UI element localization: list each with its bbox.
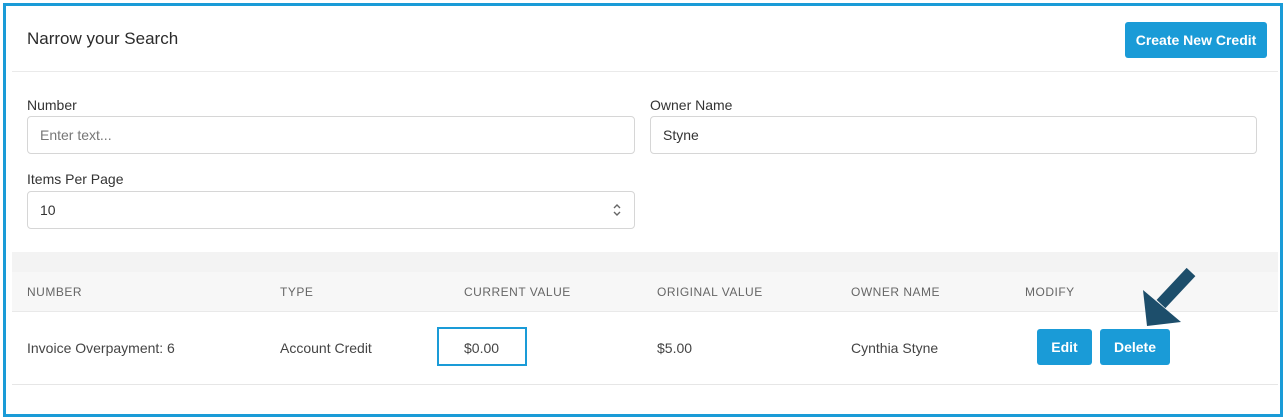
delete-button[interactable]: Delete [1100, 329, 1170, 365]
create-new-credit-button[interactable]: Create New Credit [1125, 22, 1267, 58]
cell-current-value: $0.00 [464, 340, 500, 356]
cell-owner-name: Cynthia Styne [851, 340, 939, 356]
column-header-type: TYPE [280, 285, 314, 299]
arrow-down-left-icon [1143, 267, 1196, 326]
search-panel-title: Narrow your Search [27, 29, 179, 48]
owner-name-input[interactable]: Styne [650, 116, 1257, 154]
chevron-up-down-icon [613, 204, 621, 216]
edit-button[interactable]: Edit [1037, 329, 1092, 365]
owner-name-label: Owner Name [650, 97, 733, 113]
screenshot-frame: Narrow your Search Create New Credit Num… [3, 3, 1283, 417]
column-header-original-value: ORIGINAL VALUE [657, 285, 763, 299]
column-header-number: NUMBER [27, 285, 83, 299]
number-input[interactable]: Enter text... [27, 116, 635, 154]
cell-number: Invoice Overpayment: 6 [27, 340, 175, 356]
cell-type: Account Credit [280, 340, 372, 356]
column-header-modify: MODIFY [1025, 285, 1075, 299]
search-panel-header: Narrow your Search Create New Credit [12, 10, 1278, 72]
table-header: NUMBER TYPE CURRENT VALUE ORIGINAL VALUE… [12, 272, 1278, 312]
number-label: Number [27, 97, 77, 113]
search-panel: Narrow your Search Create New Credit Num… [12, 10, 1278, 252]
items-per-page-select[interactable]: 10 [27, 191, 635, 229]
items-per-page-value: 10 [40, 202, 56, 218]
column-header-current-value: CURRENT VALUE [464, 285, 571, 299]
items-per-page-label: Items Per Page [27, 171, 124, 187]
section-divider [12, 252, 1278, 272]
table-row: Invoice Overpayment: 6 Account Credit $0… [12, 312, 1278, 385]
column-header-owner-name: OWNER NAME [851, 285, 940, 299]
cell-original-value: $5.00 [657, 340, 693, 356]
